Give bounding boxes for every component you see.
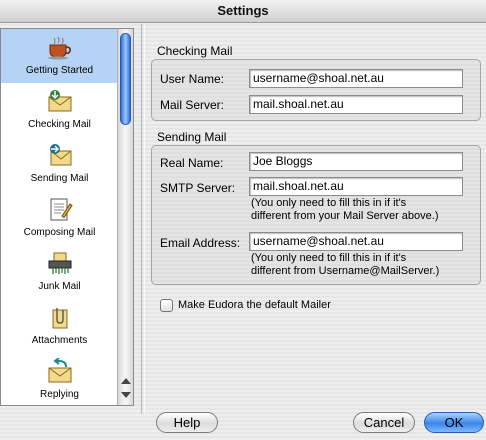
default-mailer-label[interactable]: Make Eudora the default Mailer bbox=[178, 299, 331, 311]
smtp-server-hint: (You only need to fill this in if it's d… bbox=[251, 197, 481, 223]
pane-divider bbox=[141, 24, 145, 414]
sidebar-item-label: Sending Mail bbox=[30, 173, 89, 184]
scroll-down-arrow-icon[interactable] bbox=[121, 392, 131, 398]
envelope-reply-icon bbox=[1, 356, 118, 384]
category-items: Getting Started Checking Mail Sending Ma… bbox=[1, 29, 118, 405]
sidebar-item-label: Checking Mail bbox=[28, 119, 91, 130]
scroll-up-arrow-icon[interactable] bbox=[121, 378, 131, 384]
mail-server-field[interactable]: mail.shoal.net.au bbox=[249, 95, 463, 114]
checking-mail-heading: Checking Mail bbox=[157, 44, 233, 58]
sidebar-item-attachments[interactable]: Attachments bbox=[1, 299, 118, 353]
email-address-label: Email Address: bbox=[160, 236, 241, 250]
window-title: Settings bbox=[217, 3, 269, 18]
user-name-label: User Name: bbox=[160, 72, 225, 86]
sidebar-item-label: Attachments bbox=[31, 335, 88, 346]
default-mailer-checkbox[interactable] bbox=[160, 299, 173, 312]
smtp-hint-line2: different from your Mail Server above.) bbox=[251, 210, 439, 222]
shredder-icon bbox=[1, 248, 118, 276]
mail-server-label: Mail Server: bbox=[160, 98, 225, 112]
coffee-cup-icon bbox=[1, 32, 118, 60]
email-hint-line2: different from Username@MailServer.) bbox=[251, 265, 440, 277]
sidebar-scrollbar[interactable] bbox=[117, 29, 133, 405]
user-name-field[interactable]: username@shoal.net.au bbox=[249, 69, 463, 88]
sidebar-item-label: Junk Mail bbox=[38, 281, 81, 292]
sidebar-item-junk-mail[interactable]: Junk Mail bbox=[1, 245, 118, 299]
sending-mail-heading: Sending Mail bbox=[157, 130, 227, 144]
sidebar-item-label: Composing Mail bbox=[23, 227, 96, 238]
sidebar-item-composing-mail[interactable]: Composing Mail bbox=[1, 191, 118, 245]
sidebar-item-getting-started[interactable]: Getting Started bbox=[1, 29, 118, 83]
email-address-field[interactable]: username@shoal.net.au bbox=[249, 232, 463, 251]
sidebar-item-sending-mail[interactable]: Sending Mail bbox=[1, 137, 118, 191]
sidebar-item-replying[interactable]: Replying bbox=[1, 353, 118, 405]
real-name-label: Real Name: bbox=[160, 156, 224, 170]
smtp-server-field[interactable]: mail.shoal.net.au bbox=[249, 177, 463, 196]
settings-category-list[interactable]: Getting Started Checking Mail Sending Ma… bbox=[0, 28, 134, 406]
help-button[interactable]: Help bbox=[156, 412, 218, 433]
email-hint-line1: (You only need to fill this in if it's bbox=[251, 252, 407, 264]
smtp-hint-line1: (You only need to fill this in if it's bbox=[251, 197, 407, 209]
sidebar-item-label: Getting Started bbox=[25, 65, 94, 76]
paperclip-document-icon bbox=[1, 302, 118, 330]
sidebar-item-checking-mail[interactable]: Checking Mail bbox=[1, 83, 118, 137]
title-bar: Settings bbox=[0, 0, 486, 23]
document-pen-icon bbox=[1, 194, 118, 222]
ok-button[interactable]: OK bbox=[424, 412, 484, 433]
envelope-send-icon bbox=[1, 140, 118, 168]
sidebar-item-label: Replying bbox=[40, 389, 79, 400]
real-name-field[interactable]: Joe Bloggs bbox=[249, 152, 463, 171]
envelope-download-icon bbox=[1, 86, 118, 114]
scrollbar-thumb[interactable] bbox=[120, 33, 131, 125]
email-address-hint: (You only need to fill this in if it's d… bbox=[251, 252, 481, 278]
smtp-server-label: SMTP Server: bbox=[160, 181, 236, 195]
cancel-button[interactable]: Cancel bbox=[353, 412, 415, 433]
